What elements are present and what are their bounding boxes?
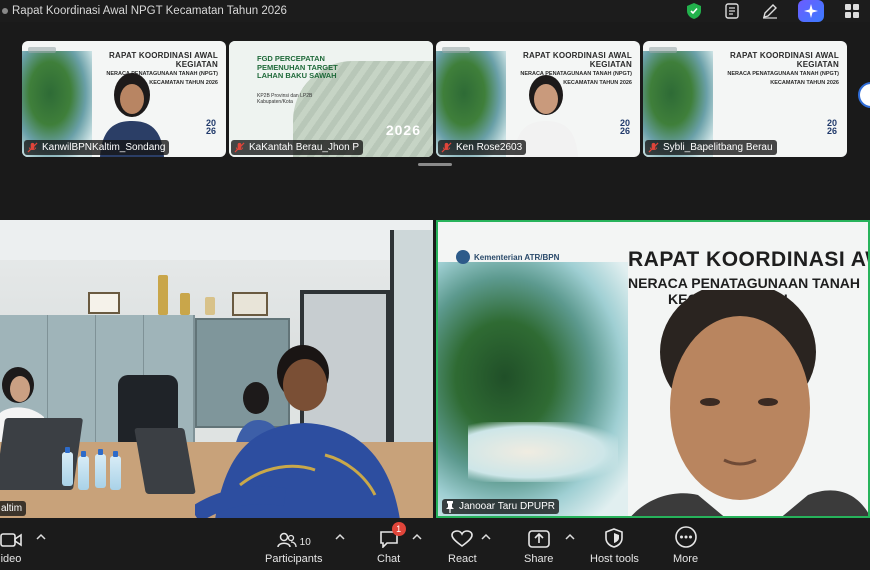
- participant-name: Sybli_Bapelitbang Berau: [663, 142, 773, 153]
- fgd-slide-title: FGD PERCEPATAN PEMENUHAN TARGET LAHAN BA…: [257, 54, 338, 81]
- heart-icon: [451, 526, 474, 548]
- water-bottle: [62, 447, 73, 486]
- wall-certificate: [232, 292, 268, 316]
- water-bottle: [78, 451, 89, 490]
- slide-year: 20 26: [619, 117, 630, 136]
- ai-companion-icon[interactable]: [798, 0, 824, 22]
- speaker-video: [631, 290, 868, 516]
- shield-icon: [605, 526, 624, 548]
- share-screen-icon: [527, 526, 550, 548]
- participant-name: KaKantah Berau_Jhon P: [249, 142, 360, 153]
- participant-name: altim: [1, 503, 23, 514]
- participant-person: [195, 345, 400, 518]
- react-button[interactable]: React: [448, 526, 477, 565]
- slide-logo: Kementerian ATR/BPN: [456, 250, 559, 264]
- apps-icon[interactable]: [842, 1, 862, 21]
- chat-icon: 1: [379, 522, 406, 548]
- participants-options-caret[interactable]: [335, 533, 345, 541]
- more-label: More: [673, 553, 699, 565]
- react-options-caret[interactable]: [481, 533, 491, 541]
- fgd-slide-subtitle: KP2B Provinsi dan LP2B Kabupaten/Kota: [257, 93, 313, 106]
- participant-tile-3[interactable]: RAPAT KOORDINASI AWAL KEGIATAN NERACA PE…: [436, 41, 640, 157]
- video-button[interactable]: ideo: [0, 526, 22, 565]
- participant-name: KanwilBPNKaltim_Sondang: [42, 142, 166, 153]
- participant-tile-2[interactable]: FGD PERCEPATAN PEMENUHAN TARGET LAHAN BA…: [229, 41, 433, 157]
- main-video-tile-left[interactable]: altim: [0, 220, 433, 518]
- participants-label: Participants: [265, 553, 323, 565]
- more-dots-icon: [674, 526, 697, 548]
- mic-muted-icon: [648, 142, 659, 153]
- gallery-resize-handle[interactable]: [418, 163, 452, 166]
- participants-count: 10: [299, 537, 311, 548]
- slide-headline: RAPAT KOORDINASI AWAL KEGIATAN NERACA PE…: [727, 51, 839, 86]
- participant-tile-1[interactable]: RAPAT KOORDINASI AWAL KEGIATAN NERACA PE…: [22, 41, 226, 157]
- participants-button[interactable]: 10 Participants: [265, 526, 322, 565]
- participant-nameplate: KanwilBPNKaltim_Sondang: [24, 140, 170, 155]
- participant-name: Ken Rose2603: [456, 142, 523, 153]
- chat-unread-badge: 1: [391, 522, 406, 536]
- share-options-caret[interactable]: [565, 533, 575, 541]
- security-shield-icon[interactable]: [684, 1, 704, 21]
- video-label: ideo: [0, 553, 22, 565]
- gallery-strip: RAPAT KOORDINASI AWAL KEGIATAN NERACA PE…: [0, 22, 870, 220]
- participant-tile-4[interactable]: RAPAT KOORDINASI AWAL KEGIATAN NERACA PE…: [643, 41, 847, 157]
- trophy-shelf: [150, 270, 230, 315]
- participant-nameplate: Sybli_Bapelitbang Berau: [645, 140, 777, 155]
- meeting-toolbar: ideo 10 Participants 1 Chat React Share: [0, 518, 870, 570]
- participants-icon: 10: [276, 526, 311, 548]
- slide-logo: [649, 47, 677, 53]
- mic-muted-icon: [234, 142, 245, 153]
- fgd-slide-year: 2026: [385, 122, 421, 139]
- gallery-next-button[interactable]: [858, 82, 870, 108]
- slide-year: 20 26: [205, 117, 216, 136]
- host-tools-button[interactable]: Host tools: [590, 526, 639, 565]
- more-button[interactable]: More: [673, 526, 698, 565]
- slide-logo: [28, 47, 56, 53]
- participant-nameplate: altim: [0, 501, 27, 516]
- chat-options-caret[interactable]: [412, 533, 422, 541]
- pen-annotate-icon[interactable]: [760, 1, 780, 21]
- mic-muted-icon: [441, 142, 452, 153]
- notes-icon[interactable]: [722, 1, 742, 21]
- window-title-bar: Rapat Koordinasi Awal NPGT Kecamatan Tah…: [0, 0, 870, 22]
- water-bottle: [110, 451, 121, 490]
- water-bottle: [95, 449, 106, 488]
- host-tools-label: Host tools: [590, 553, 639, 565]
- video-options-caret[interactable]: [36, 533, 46, 541]
- participant-nameplate: Ken Rose2603: [438, 140, 527, 155]
- wall-certificate: [88, 292, 120, 314]
- main-video-tile-active-speaker[interactable]: Kementerian ATR/BPN RAPAT KOORDINASI AWA…: [436, 220, 870, 518]
- chat-label: Chat: [377, 553, 401, 565]
- share-label: Share: [524, 553, 554, 565]
- participant-nameplate: Janooar Taru DPUPR: [442, 499, 559, 514]
- mic-muted-icon: [27, 142, 38, 153]
- window-title: Rapat Koordinasi Awal NPGT Kecamatan Tah…: [12, 5, 287, 17]
- slide-year: 20 26: [826, 117, 837, 136]
- pin-icon: [446, 500, 454, 513]
- slide-title: RAPAT KOORDINASI AWAL K: [628, 248, 868, 271]
- chat-button[interactable]: 1 Chat: [377, 522, 406, 565]
- ministry-logo-icon: [456, 250, 470, 264]
- video-camera-icon: [0, 526, 22, 548]
- share-button[interactable]: Share: [524, 526, 553, 565]
- participant-nameplate: KaKantah Berau_Jhon P: [231, 140, 364, 155]
- room-ceiling: [0, 220, 433, 260]
- title-bar-actions: [684, 0, 862, 22]
- react-label: React: [448, 553, 477, 565]
- participant-name: Janooar Taru DPUPR: [459, 501, 555, 512]
- app-indicator-icon: [2, 8, 8, 14]
- slide-beach: [468, 422, 618, 482]
- slide-logo: [442, 47, 470, 53]
